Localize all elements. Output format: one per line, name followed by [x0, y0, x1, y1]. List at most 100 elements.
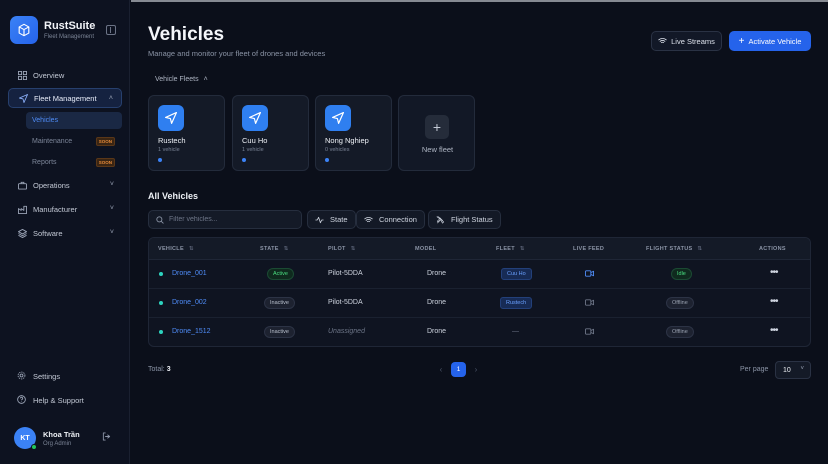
sidebar-subitem-reports[interactable]: Reports SOON — [26, 154, 122, 171]
send-icon — [158, 105, 184, 131]
brand[interactable]: RustSuite Fleet Management — [10, 16, 95, 44]
vehicle-link[interactable]: Drone_001 — [172, 270, 207, 277]
send-icon — [242, 105, 268, 131]
video-camera-icon[interactable] — [585, 328, 594, 337]
filter-state-button[interactable]: State — [307, 210, 356, 229]
video-camera-icon[interactable] — [585, 299, 594, 308]
more-actions-icon[interactable]: ••• — [770, 325, 778, 336]
vehicle-fleets-toggle[interactable]: Vehicle Fleets ˄ — [155, 76, 208, 83]
user-name: Khoa Trần — [43, 429, 80, 439]
sidebar-item-label: Fleet Management — [34, 93, 97, 103]
cube-icon — [10, 16, 38, 44]
filter-label: Flight Status — [451, 215, 493, 224]
user-profile[interactable]: KT Khoa Trần Org Admin — [14, 427, 80, 450]
fleet-name: Nong Nghiep — [325, 136, 369, 145]
chevron-left-icon[interactable]: ‹ — [435, 365, 447, 374]
state-badge: Inactive — [264, 326, 295, 338]
column-header-fleet[interactable]: FLEET ⇅ — [496, 246, 525, 252]
page-title: Vehicles — [148, 24, 225, 45]
column-header-model[interactable]: MODEL — [415, 246, 436, 252]
fleet-status-dot — [325, 158, 329, 162]
sidebar-item-fleet-management[interactable]: Fleet Management ˄ — [8, 88, 122, 108]
column-header-vehicle[interactable]: VEHICLE ⇅ — [158, 246, 194, 252]
table-row[interactable]: Drone_002 Inactive Pilot-5DDA Drone Rust… — [149, 289, 810, 318]
column-header-state[interactable]: STATE ⇅ — [260, 246, 289, 252]
fleet-badge[interactable]: Cuu Ho — [501, 268, 532, 280]
fleet-count: 1 vehicle — [158, 147, 180, 153]
table-row[interactable]: Drone_001 Active Pilot-5DDA Drone Cuu Ho… — [149, 260, 810, 289]
search-input[interactable] — [169, 216, 299, 223]
flight-status-badge: Offline — [666, 326, 694, 338]
column-label: ACTIONS — [759, 246, 786, 252]
sidebar-item-software[interactable]: Software ˅ — [8, 223, 122, 243]
vehicle-link[interactable]: Drone_1512 — [172, 328, 211, 335]
chevron-right-icon[interactable]: › — [470, 365, 482, 374]
connection-dot — [159, 330, 163, 334]
fleet-card-nong-nghiep[interactable]: Nong Nghiep 0 vehicles — [315, 95, 392, 171]
model-cell: Drone — [427, 270, 447, 277]
fleet-status-dot — [242, 158, 246, 162]
chevron-up-icon: ˄ — [108, 95, 113, 102]
fleet-name: Rustech — [158, 136, 186, 145]
sidebar-subitem-label: Vehicles — [32, 117, 59, 124]
page-number[interactable]: 1 — [451, 362, 466, 377]
chevron-down-icon: ˅ — [800, 366, 804, 372]
activate-vehicle-button[interactable]: + Activate Vehicle — [729, 31, 811, 51]
sidebar-subitem-maintenance[interactable]: Maintenance SOON — [26, 133, 122, 150]
connection-dot — [159, 301, 163, 305]
fleet-name: Cuu Ho — [242, 136, 268, 145]
total-value: 3 — [166, 366, 171, 373]
vehicle-link[interactable]: Drone_002 — [172, 299, 207, 306]
logout-icon[interactable] — [102, 432, 111, 443]
fleet-card-cuu-ho[interactable]: Cuu Ho 1 vehicle — [232, 95, 309, 171]
fleet-count: 1 vehicle — [242, 147, 264, 153]
more-actions-icon[interactable]: ••• — [770, 296, 778, 307]
section-title: All Vehicles — [148, 191, 199, 201]
filter-label: Connection — [379, 215, 417, 224]
sidebar-subitem-vehicles[interactable]: Vehicles — [26, 112, 122, 129]
avatar-initials: KT — [20, 434, 30, 442]
fleet-badge[interactable]: Rustech — [500, 297, 533, 309]
per-page-value: 10 — [783, 366, 791, 374]
column-label: MODEL — [415, 246, 437, 252]
sidebar-item-overview[interactable]: Overview — [8, 65, 122, 85]
online-status-dot — [31, 444, 37, 450]
state-badge: Active — [267, 268, 294, 280]
sort-icon: ⇅ — [283, 246, 289, 252]
user-role: Org Admin — [43, 440, 72, 447]
vehicle-search — [148, 210, 302, 229]
sidebar-collapse-icon[interactable] — [106, 25, 116, 35]
column-header-actions: ACTIONS — [759, 246, 786, 252]
new-fleet-button[interactable]: + New fleet — [398, 95, 475, 171]
column-header-flight-status[interactable]: FLIGHT STATUS ⇅ — [646, 246, 702, 252]
model-cell: Drone — [427, 328, 447, 335]
sidebar-item-operations[interactable]: Operations ˅ — [8, 175, 122, 195]
gear-icon — [17, 371, 27, 381]
filter-label: State — [330, 215, 348, 224]
sidebar-item-help[interactable]: Help & Support — [8, 390, 122, 410]
send-icon — [325, 105, 351, 131]
live-streams-button[interactable]: Live Streams — [651, 31, 722, 51]
total-count: Total: 3 — [148, 366, 171, 373]
sidebar-item-label: Help & Support — [33, 395, 84, 405]
column-header-live-feed: LIVE FEED — [573, 246, 604, 252]
more-actions-icon[interactable]: ••• — [770, 267, 778, 278]
state-badge: Inactive — [264, 297, 295, 309]
per-page-select[interactable]: 10 ˅ — [775, 361, 811, 379]
pilot-cell: Pilot-5DDA — [328, 299, 363, 306]
per-page-label: Per page — [740, 366, 769, 373]
sidebar-item-manufacturer[interactable]: Manufacturer ˅ — [8, 199, 122, 219]
sidebar-item-label: Settings — [33, 371, 61, 381]
column-label: FLIGHT STATUS — [646, 246, 693, 252]
sidebar-item-label: Overview — [33, 70, 65, 80]
filter-flight-status-button[interactable]: Flight Status — [428, 210, 501, 229]
new-fleet-label: New fleet — [421, 145, 454, 154]
sidebar-item-settings[interactable]: Settings — [8, 366, 122, 386]
column-header-pilot[interactable]: PILOT ⇅ — [328, 246, 356, 252]
table-header: VEHICLE ⇅ STATE ⇅ PILOT ⇅ MODEL FLEET ⇅ LIVE… — [149, 238, 810, 260]
sort-icon: ⇅ — [697, 246, 703, 252]
video-camera-icon[interactable] — [585, 270, 594, 279]
table-row[interactable]: Drone_1512 Inactive Unassigned Drone — O… — [149, 318, 810, 346]
fleet-card-rustech[interactable]: Rustech 1 vehicle — [148, 95, 225, 171]
filter-connection-button[interactable]: Connection — [356, 210, 425, 229]
